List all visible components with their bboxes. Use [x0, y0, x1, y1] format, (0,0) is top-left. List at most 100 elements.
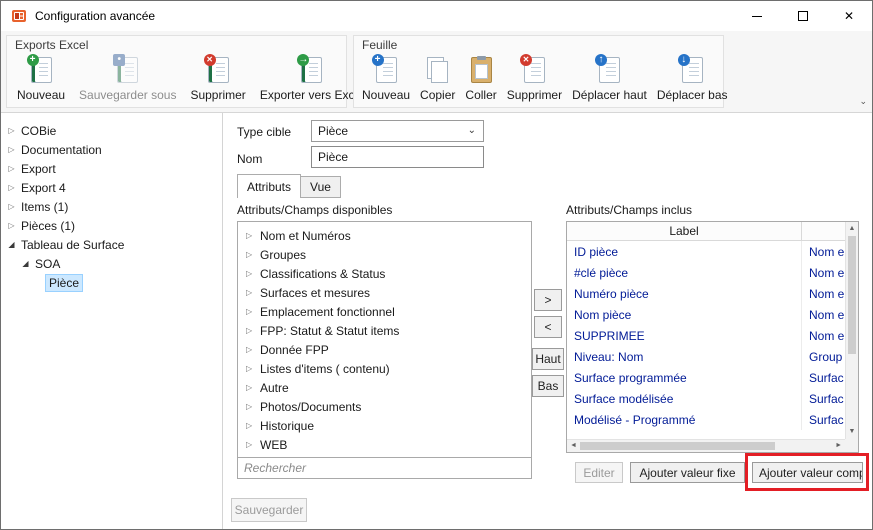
sidebar-item-export[interactable]: ▷ Export: [1, 159, 222, 178]
feuille-nouveau-button[interactable]: Nouveau: [357, 54, 415, 105]
available-item-listes-items[interactable]: ▷ Listes d'items ( contenu): [238, 359, 531, 378]
expander-collapsed-icon[interactable]: ▷: [246, 345, 260, 354]
available-item-classifications[interactable]: ▷ Classifications & Status: [238, 264, 531, 283]
table-row[interactable]: Nom pièce Nom e: [567, 304, 845, 325]
horizontal-scrollbar[interactable]: ◄ ►: [567, 439, 845, 452]
scroll-right-icon[interactable]: ►: [835, 440, 842, 452]
available-item-web[interactable]: ▷ WEB: [238, 435, 531, 454]
minimize-icon: [752, 16, 762, 17]
type-cible-select[interactable]: Pièce ⌄: [311, 120, 484, 142]
expander-collapsed-icon[interactable]: ▷: [246, 364, 260, 373]
titlebar: Configuration avancée ✕: [1, 1, 872, 31]
sidebar-item-cobie[interactable]: ▷ COBie: [1, 121, 222, 140]
feuille-coller-button[interactable]: Coller: [460, 54, 501, 105]
close-icon: ✕: [844, 9, 854, 23]
table-row[interactable]: Modélisé - Programmé Surfac: [567, 409, 845, 430]
sauvegarder-button[interactable]: Sauvegarder: [231, 498, 307, 522]
search-input[interactable]: [237, 457, 532, 479]
table-row[interactable]: Numéro pièce Nom e: [567, 283, 845, 304]
move-left-button[interactable]: <: [534, 316, 562, 338]
scrollbar-corner: [845, 439, 858, 452]
nom-field[interactable]: [311, 146, 484, 168]
scrollbar-thumb[interactable]: [580, 442, 775, 450]
type-cible-label: Type cible: [237, 125, 291, 139]
table-row[interactable]: ID pièce Nom e: [567, 241, 845, 262]
minimize-button[interactable]: [734, 1, 780, 31]
sidebar-item-export-4[interactable]: ▷ Export 4: [1, 178, 222, 197]
expander-collapsed-icon[interactable]: ▷: [246, 440, 260, 449]
table-row[interactable]: Surface programmée Surfac: [567, 367, 845, 388]
excel-nouveau-button[interactable]: Nouveau: [10, 54, 72, 105]
move-right-button[interactable]: >: [534, 289, 562, 311]
scroll-left-icon[interactable]: ◄: [570, 440, 577, 452]
editer-button[interactable]: Editer: [575, 462, 623, 483]
available-item-nom-et-numeros[interactable]: ▷ Nom et Numéros: [238, 226, 531, 245]
expander-collapsed-icon[interactable]: ▷: [246, 326, 260, 335]
available-item-fpp-statut[interactable]: ▷ FPP: Statut & Statut items: [238, 321, 531, 340]
feuille-supprimer-button[interactable]: Supprimer: [502, 54, 567, 105]
expander-collapsed-icon[interactable]: ▷: [246, 421, 260, 430]
sidebar-item-pieces[interactable]: ▷ Pièces (1): [1, 216, 222, 235]
move-down-button[interactable]: Bas: [532, 375, 564, 397]
tab-attributs[interactable]: Attributs: [237, 174, 301, 198]
tab-vue[interactable]: Vue: [300, 176, 341, 198]
sidebar-item-tableau-de-surface[interactable]: ◢ Tableau de Surface: [1, 235, 222, 254]
included-attributes-table: Label ID pièce Nom e #clé pièce Nom e Nu…: [566, 221, 859, 453]
move-up-button[interactable]: Haut: [532, 348, 564, 370]
delete-badge-icon: [204, 54, 216, 66]
table-row[interactable]: #clé pièce Nom e: [567, 262, 845, 283]
app-icon: [11, 8, 27, 24]
available-item-donnee-fpp[interactable]: ▷ Donnée FPP: [238, 340, 531, 359]
ajouter-valeur-fixe-button[interactable]: Ajouter valeur fixe: [630, 462, 745, 483]
deplacer-bas-button[interactable]: Déplacer bas: [652, 54, 733, 105]
window-controls: ✕: [734, 1, 872, 31]
toolbar-overflow-icon[interactable]: ⌄: [859, 96, 867, 107]
expander-collapsed-icon[interactable]: ▷: [246, 231, 260, 240]
expander-collapsed-icon[interactable]: ▷: [5, 202, 18, 211]
table-row[interactable]: Niveau: Nom Group: [567, 346, 845, 367]
available-item-autre[interactable]: ▷ Autre: [238, 378, 531, 397]
expander-collapsed-icon[interactable]: ▷: [246, 402, 260, 411]
expander-collapsed-icon[interactable]: ▷: [5, 183, 18, 192]
expander-expanded-icon[interactable]: ◢: [5, 240, 18, 249]
maximize-icon: [798, 11, 808, 21]
available-item-surfaces[interactable]: ▷ Surfaces et mesures: [238, 283, 531, 302]
expander-collapsed-icon[interactable]: ▷: [246, 383, 260, 392]
table-row[interactable]: Surface modélisée Surfac: [567, 388, 845, 409]
excel-sauvegarder-sous-button[interactable]: Sauvegarder sous: [72, 54, 183, 105]
available-item-groupes[interactable]: ▷ Groupes: [238, 245, 531, 264]
expander-collapsed-icon[interactable]: ▷: [246, 269, 260, 278]
expander-collapsed-icon[interactable]: ▷: [5, 221, 18, 230]
sidebar-item-items[interactable]: ▷ Items (1): [1, 197, 222, 216]
column-header-label[interactable]: Label: [567, 222, 802, 240]
available-item-historique[interactable]: ▷ Historique: [238, 416, 531, 435]
expander-collapsed-icon[interactable]: ▷: [5, 145, 18, 154]
available-item-photos-documents[interactable]: ▷ Photos/Documents: [238, 397, 531, 416]
sheet-delete-icon: [524, 57, 545, 83]
expander-expanded-icon[interactable]: ◢: [19, 259, 32, 268]
deplacer-haut-button[interactable]: Déplacer haut: [567, 54, 652, 105]
expander-collapsed-icon[interactable]: ▷: [246, 288, 260, 297]
table-row[interactable]: SUPPRIMEE Nom e: [567, 325, 845, 346]
scrollbar-thumb[interactable]: [848, 236, 856, 354]
expander-collapsed-icon[interactable]: ▷: [5, 164, 18, 173]
available-item-emplacement[interactable]: ▷ Emplacement fonctionnel: [238, 302, 531, 321]
sidebar-item-piece[interactable]: Pièce: [1, 273, 222, 292]
excel-supprimer-button[interactable]: Supprimer: [183, 54, 252, 105]
scroll-up-icon[interactable]: ▲: [846, 224, 858, 234]
sidebar-item-soa[interactable]: ◢ SOA: [1, 254, 222, 273]
column-header-category[interactable]: [802, 222, 845, 240]
tab-bar: Attributs Vue: [237, 174, 340, 198]
close-button[interactable]: ✕: [826, 1, 872, 31]
expander-collapsed-icon[interactable]: ▷: [5, 126, 18, 135]
sidebar-item-documentation[interactable]: ▷ Documentation: [1, 140, 222, 159]
maximize-button[interactable]: [780, 1, 826, 31]
expander-collapsed-icon[interactable]: ▷: [246, 250, 260, 259]
toolbar-group-feuille: Feuille Nouveau Copier Coller Supprimer: [353, 35, 724, 108]
plus-badge-icon: [372, 54, 384, 66]
scroll-down-icon[interactable]: ▼: [846, 427, 858, 437]
expander-collapsed-icon[interactable]: ▷: [246, 307, 260, 316]
vertical-scrollbar[interactable]: ▲ ▼: [845, 222, 858, 439]
ajouter-valeur-comp-button[interactable]: Ajouter valeur comp: [752, 462, 863, 483]
feuille-copier-button[interactable]: Copier: [415, 54, 460, 105]
